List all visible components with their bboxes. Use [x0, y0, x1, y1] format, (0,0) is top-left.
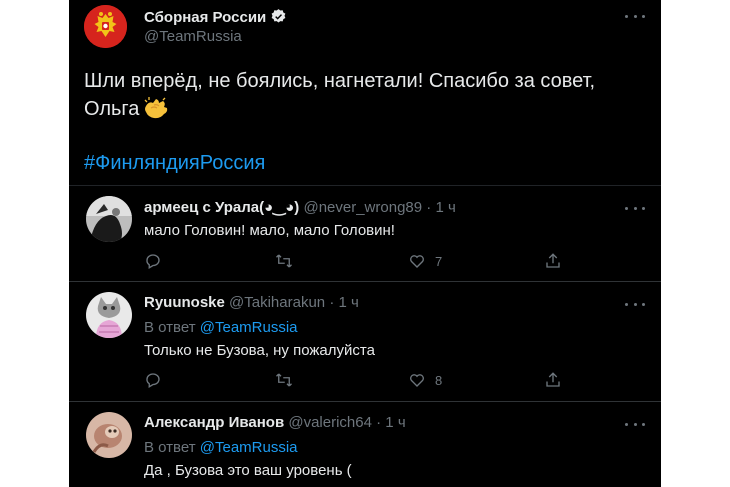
clap-emoji-icon — [144, 97, 168, 119]
more-icon[interactable] — [625, 298, 645, 310]
reply-icon — [146, 373, 160, 388]
avatar-image — [86, 292, 132, 338]
tweet-text: Шли вперёд, не боялись, нагнетали! Спаси… — [84, 67, 644, 123]
more-icon[interactable] — [625, 202, 645, 214]
reply-time[interactable]: · 1 ч — [426, 199, 456, 216]
reply-time[interactable]: · 1 ч — [329, 294, 359, 311]
verified-icon — [271, 9, 286, 23]
reply-text: мало Головин! мало, мало Головин! — [144, 222, 395, 239]
reply-header: Александр Иванов @valerich64 · 1 ч — [144, 414, 406, 431]
reply-tweet[interactable]: Ryuunoske @Takiharakun · 1 ч В ответ @Te… — [69, 281, 661, 401]
more-icon[interactable] — [625, 10, 645, 22]
reply-text: Да , Бузова это ваш уровень ( — [144, 462, 352, 479]
reply-avatar[interactable] — [86, 292, 132, 338]
share-button[interactable] — [544, 371, 562, 389]
replying-to: В ответ @TeamRussia — [144, 319, 298, 336]
like-icon — [410, 255, 424, 268]
reply-button[interactable] — [144, 371, 162, 389]
like-icon — [410, 374, 424, 387]
reply-tweet[interactable]: Александр Иванов @valerich64 · 1 ч В отв… — [69, 401, 661, 487]
main-tweet[interactable]: Сборная России @TeamRussia Шли вперёд, н… — [69, 0, 661, 185]
reply-text: Только не Бузова, ну пожалуйста — [144, 342, 375, 359]
avatar-image — [86, 196, 132, 242]
tweet-feed: Сборная России @TeamRussia Шли вперёд, н… — [69, 0, 661, 487]
like-count: 7 — [435, 253, 443, 269]
author-name-text[interactable]: Сборная России — [144, 9, 266, 26]
reply-author-handle[interactable]: @never_wrong89 — [303, 199, 422, 216]
like-button[interactable]: 8 — [408, 371, 442, 389]
reply-icon — [146, 254, 160, 269]
reply-avatar[interactable] — [86, 412, 132, 458]
retweet-icon — [276, 373, 292, 387]
like-button[interactable]: 7 — [408, 252, 442, 270]
reply-header: Ryuunoske @Takiharakun · 1 ч — [144, 294, 359, 311]
retweet-button[interactable] — [274, 252, 294, 270]
retweet-button[interactable] — [274, 371, 294, 389]
reply-author-name[interactable]: Ryuunoske — [144, 294, 225, 311]
reply-actions: 7 — [144, 252, 564, 272]
reply-tweet[interactable]: армеец с Урала(◕‿◕) @never_wrong89 · 1 ч… — [69, 185, 661, 281]
share-icon — [546, 253, 560, 268]
reply-header: армеец с Урала(◕‿◕) @never_wrong89 · 1 ч — [144, 198, 456, 216]
avatar-image — [86, 412, 132, 458]
coat-of-arms-icon — [84, 5, 127, 48]
reply-author-name[interactable]: Александр Иванов — [144, 414, 284, 431]
author-name[interactable]: Сборная России — [144, 8, 287, 26]
like-count: 8 — [435, 372, 443, 388]
reply-time[interactable]: · 1 ч — [376, 414, 406, 431]
reply-author-name[interactable]: армеец с Урала(◕‿◕) — [144, 199, 299, 216]
replying-to-prefix: В ответ — [144, 319, 196, 336]
reply-author-handle[interactable]: @valerich64 — [288, 414, 372, 431]
share-icon — [546, 372, 560, 387]
replying-to: В ответ @TeamRussia — [144, 439, 298, 456]
replying-to-link[interactable]: @TeamRussia — [200, 439, 298, 456]
replying-to-link[interactable]: @TeamRussia — [200, 319, 298, 336]
reply-actions: 8 — [144, 371, 564, 391]
share-button[interactable] — [544, 252, 562, 270]
more-icon[interactable] — [625, 418, 645, 430]
reply-author-handle[interactable]: @Takiharakun — [229, 294, 325, 311]
replying-to-prefix: В ответ — [144, 439, 196, 456]
author-avatar[interactable] — [84, 5, 127, 48]
reply-avatar[interactable] — [86, 196, 132, 242]
author-handle[interactable]: @TeamRussia — [144, 28, 242, 45]
retweet-icon — [276, 254, 292, 268]
hashtag-link[interactable]: #ФинляндияРоссия — [84, 150, 265, 176]
reply-button[interactable] — [144, 252, 162, 270]
